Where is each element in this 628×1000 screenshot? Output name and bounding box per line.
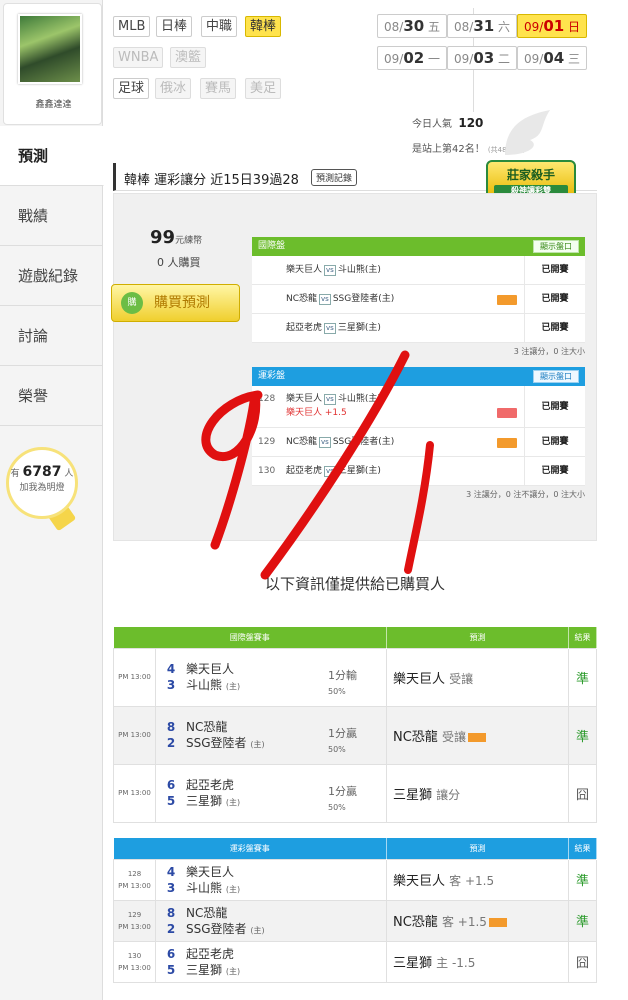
avatar[interactable] bbox=[18, 14, 82, 84]
nav-honor[interactable]: 榮譽 bbox=[0, 366, 103, 426]
result-hit: 準 bbox=[568, 858, 597, 901]
league-cpbl[interactable]: 中職 bbox=[201, 16, 238, 37]
sports-show-odds-button[interactable]: 顯示盤口 bbox=[533, 370, 579, 383]
table-row: 129 PM 13:00 8 NC恐龍 2 SSG登陸者 (主) NC恐龍 客 +1.5… bbox=[113, 899, 597, 942]
league-kbo[interactable]: 韓棒 bbox=[245, 16, 282, 37]
username[interactable]: 鑫鑫達達 bbox=[4, 97, 103, 110]
nav-discussion[interactable]: 討論 bbox=[0, 306, 103, 366]
purchase-notice: 以下資訊僅提供給已購買人 bbox=[264, 575, 445, 593]
date-0901[interactable]: 09/01 日 bbox=[517, 14, 588, 38]
prediction-record-button[interactable]: 預測記錄 bbox=[311, 169, 358, 186]
popularity: 今日人氣 120 bbox=[412, 116, 484, 130]
result-miss: 囧 bbox=[568, 763, 597, 823]
col-prediction: 預測 bbox=[386, 627, 569, 648]
follow-link[interactable]: 加我為明燈 bbox=[19, 483, 64, 493]
sports-mini-note: 3 注讓分，0 注不讓分，0 注大小 bbox=[466, 490, 585, 499]
col-sports-game: 運彩盤賽事 bbox=[113, 838, 387, 859]
fans-count: 6787 bbox=[22, 464, 62, 480]
intl-mini-row: NC恐龍 vs SSG登陸者(主) 已開賽 bbox=[252, 285, 585, 314]
table-row: PM 13:00 8 NC恐龍 2 SSG登陸者 (主) 1分贏 50% NC恐龍 受讓 … bbox=[113, 705, 597, 765]
fans-lightbulb[interactable]: 有 6787 人 加我為明燈 bbox=[6, 447, 78, 519]
popularity-count: 120 bbox=[458, 116, 484, 130]
profile-card[interactable]: 鑫鑫達達 bbox=[3, 3, 102, 125]
sidebar: 鑫鑫達達 預測 戰績 遊戲紀錄 討論 榮譽 有 6787 人 加我為明燈 bbox=[0, 0, 104, 1000]
date-0903[interactable]: 09/03 二 bbox=[447, 46, 518, 70]
event-icon bbox=[497, 408, 517, 418]
league-nbl[interactable]: 澳籃 bbox=[170, 47, 207, 68]
league-date-bar: MLB 日棒 中職 韓棒 WNBA 澳籃 足球 俄冰 賽馬 美足 08/30 五… bbox=[103, 0, 628, 160]
intl-results-table: 國際盤賽事 預測 結果 PM 13:00 4 樂天巨人 3 斗山熊 (主) 1分輸 50%… bbox=[113, 627, 597, 823]
league-khl[interactable]: 俄冰 bbox=[155, 78, 192, 99]
intl-mini-row: 起亞老虎 vs 三星獅(主) 已開賽 bbox=[252, 314, 585, 343]
result-hit: 準 bbox=[568, 705, 597, 765]
fans-suffix: 人 bbox=[64, 469, 74, 479]
league-wnba[interactable]: WNBA bbox=[113, 47, 164, 68]
intl-mini-note: 3 注讓分，0 注大小 bbox=[513, 347, 585, 356]
handwritten-scribble bbox=[201, 350, 434, 580]
coin-icon: 購 bbox=[121, 292, 143, 314]
date-0830[interactable]: 08/30 五 bbox=[377, 14, 448, 38]
date-0902[interactable]: 09/02 一 bbox=[377, 46, 448, 70]
col-intl-game: 國際盤賽事 bbox=[113, 627, 387, 648]
table-row: PM 13:00 4 樂天巨人 3 斗山熊 (主) 1分輸 50% 樂天巨人 受讓 準 bbox=[113, 647, 597, 707]
event-icon bbox=[467, 732, 486, 742]
sports-results-table: 運彩盤賽事 預測 結果 128 PM 13:00 4 樂天巨人 3 斗山熊 (主) 樂天… bbox=[113, 838, 597, 983]
nav-record[interactable]: 戰績 bbox=[0, 186, 103, 246]
result-miss: 囧 bbox=[568, 940, 597, 983]
nav-game-log[interactable]: 遊戲紀錄 bbox=[0, 246, 103, 306]
intl-mini-header: 國際盤 顯示盤口 bbox=[252, 237, 585, 256]
page-title: 韓棒 運彩讓分 近15日39過28 bbox=[124, 173, 299, 188]
col-result: 結果 bbox=[568, 838, 597, 859]
intl-mini-row: 樂天巨人 vs 斗山熊(主) 已開賽 bbox=[252, 256, 585, 285]
fans-prefix: 有 bbox=[10, 469, 20, 479]
nav-predict[interactable]: 預測 bbox=[0, 126, 104, 186]
result-hit: 準 bbox=[568, 647, 597, 707]
table-row: 128 PM 13:00 4 樂天巨人 3 斗山熊 (主) 樂天巨人 客 +1.5 準 bbox=[113, 858, 597, 901]
event-icon bbox=[497, 438, 517, 448]
intl-show-odds-button[interactable]: 顯示盤口 bbox=[533, 240, 579, 253]
league-horse[interactable]: 賽馬 bbox=[200, 78, 237, 99]
league-nfl[interactable]: 美足 bbox=[245, 78, 282, 99]
wing-decoration-icon bbox=[505, 110, 550, 155]
event-icon bbox=[488, 918, 507, 927]
price: 99元練幣 bbox=[150, 227, 203, 248]
date-0831[interactable]: 08/31 六 bbox=[447, 14, 518, 38]
league-mlb[interactable]: MLB bbox=[113, 16, 151, 37]
buyer-count: 0 人購買 bbox=[157, 256, 201, 269]
event-icon bbox=[497, 295, 517, 305]
col-result: 結果 bbox=[568, 627, 597, 648]
table-row: PM 13:00 6 起亞老虎 5 三星獅 (主) 1分贏 50% 三星獅 讓分 囧 bbox=[113, 763, 597, 823]
date-0904[interactable]: 09/04 三 bbox=[517, 46, 588, 70]
result-hit: 準 bbox=[568, 899, 597, 942]
league-soccer[interactable]: 足球 bbox=[113, 78, 150, 99]
intl-mini-panel: 國際盤 顯示盤口 樂天巨人 vs 斗山熊(主) 已開賽 NC恐龍 vs SSG登陸者(主)… bbox=[252, 237, 585, 359]
col-prediction: 預測 bbox=[386, 838, 569, 859]
league-npb[interactable]: 日棒 bbox=[156, 16, 193, 37]
table-row: 130 PM 13:00 6 起亞老虎 5 三星獅 (主) 三星獅 主 -1.5 囧 bbox=[113, 940, 597, 983]
